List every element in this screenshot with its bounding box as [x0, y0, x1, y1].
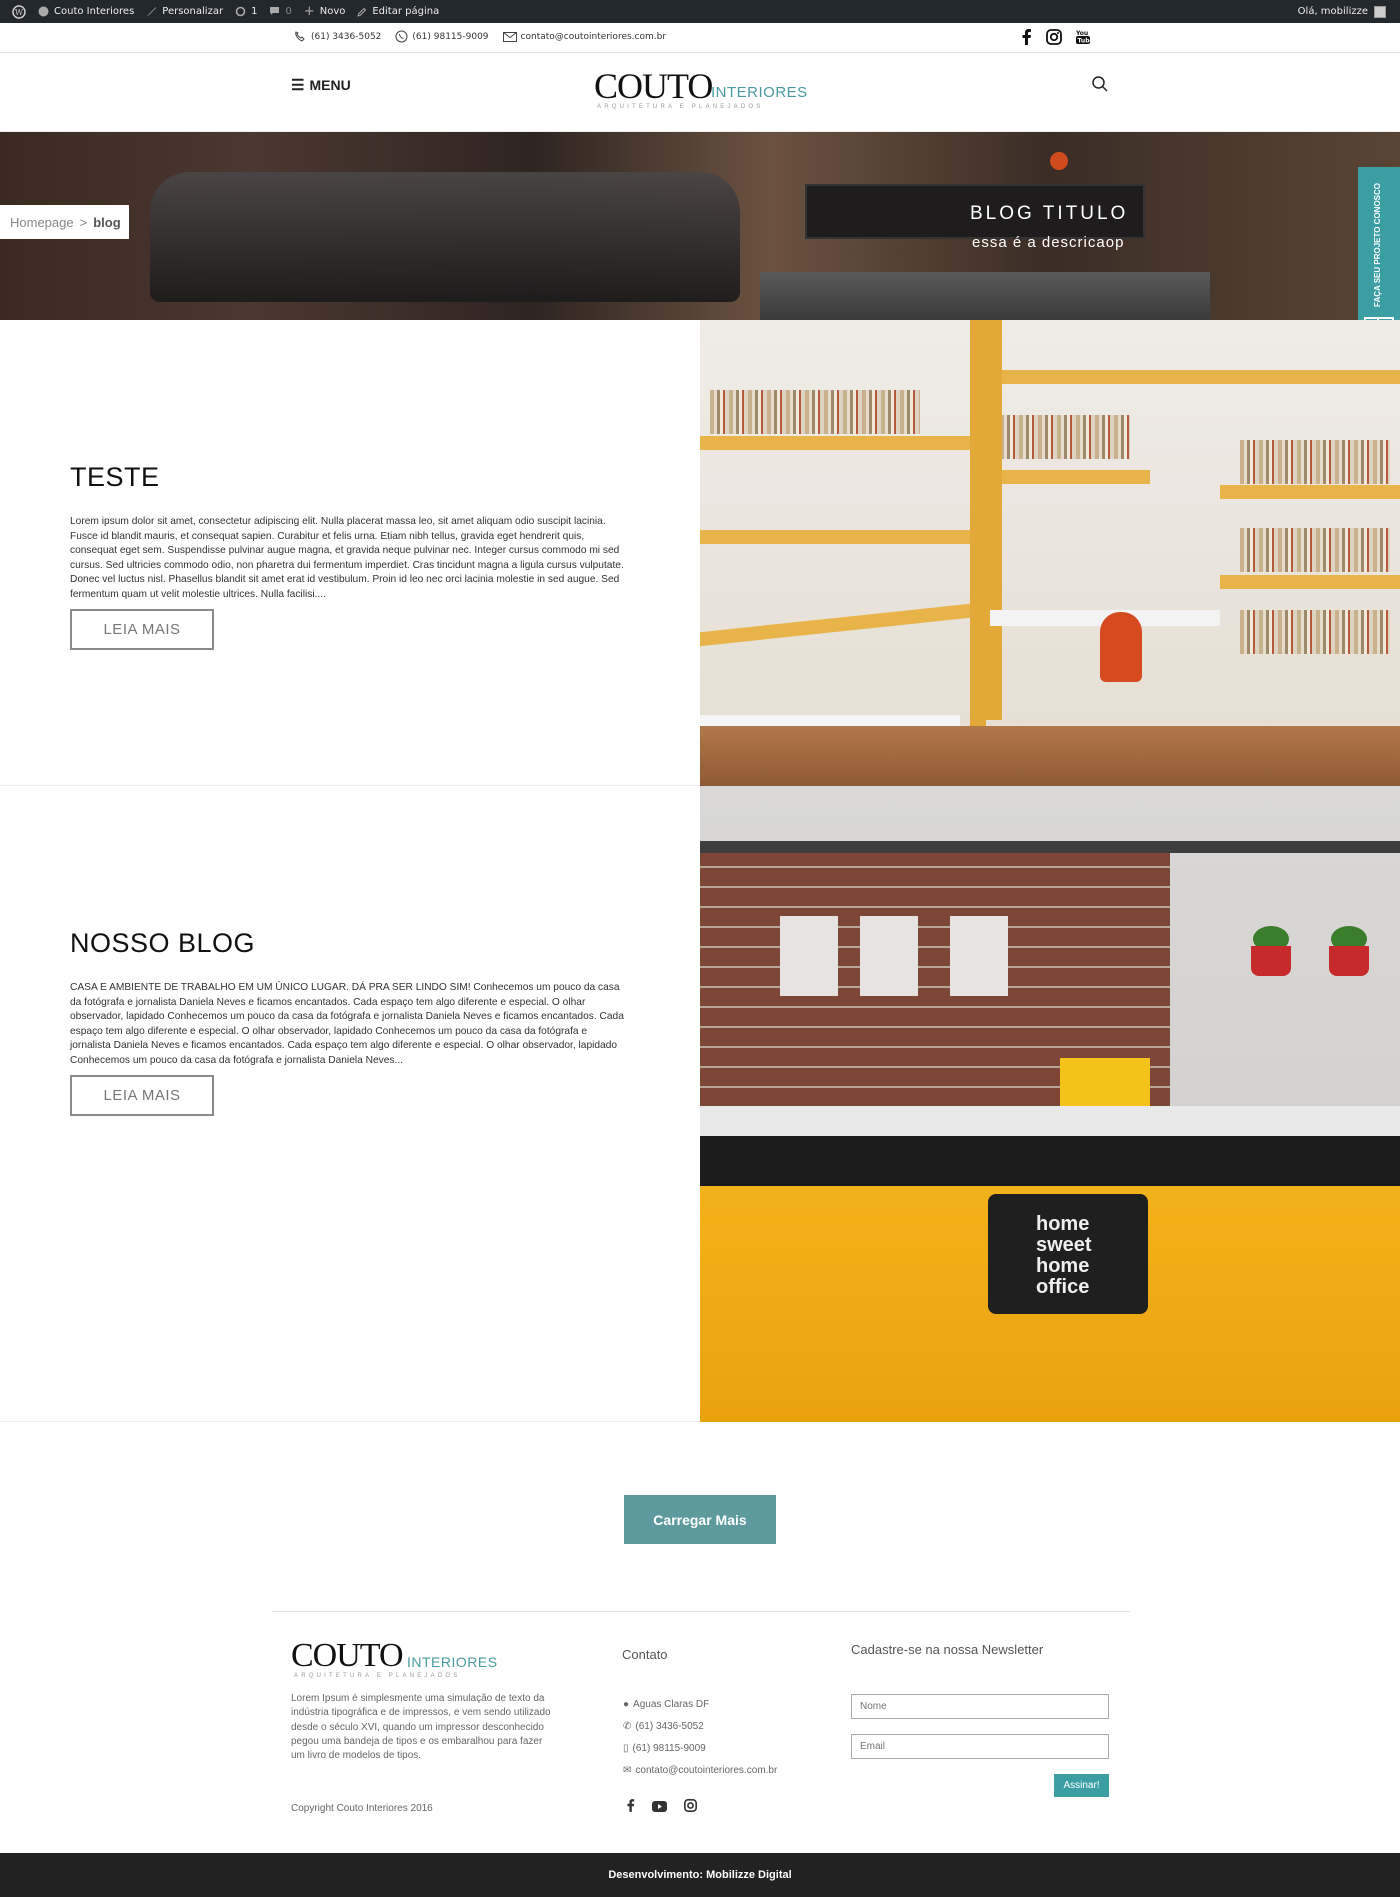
- page-title: BLOG TITULO: [970, 203, 1129, 224]
- footer-logo[interactable]: COUTO INTERIORES ARQUITETURA E PLANEJADO…: [291, 1639, 501, 1680]
- site-logo[interactable]: COUTO INTERIORES ARQUITETURA E PLANEJADO…: [594, 68, 807, 116]
- admin-updates-link[interactable]: 1: [235, 6, 257, 17]
- newsletter-email-input[interactable]: [851, 1734, 1109, 1759]
- instagram-icon[interactable]: [684, 1797, 697, 1816]
- copyright: Copyright Couto Interiores 2016: [291, 1803, 433, 1814]
- breadcrumb-home[interactable]: Homepage: [10, 215, 74, 230]
- blog-post: NOSSO BLOG CASA E AMBIENTE DE TRABALHO E…: [0, 786, 1400, 1422]
- load-more-button[interactable]: Carregar Mais: [624, 1495, 776, 1544]
- list-item: ● Aguas Claras DF: [623, 1698, 710, 1710]
- breadcrumb-separator: >: [79, 214, 88, 230]
- admin-edit-page-link[interactable]: Editar página: [357, 6, 439, 17]
- dashboard-icon: [38, 6, 49, 17]
- svg-text:W: W: [15, 8, 24, 17]
- wordpress-logo-icon[interactable]: W: [12, 4, 26, 19]
- post-title[interactable]: NOSSO BLOG: [70, 928, 630, 959]
- phone-contact[interactable]: (61) 3436-5052: [294, 31, 381, 42]
- admin-comments-link[interactable]: 0: [269, 6, 292, 17]
- newsletter-submit-button[interactable]: Assinar!: [1054, 1774, 1109, 1797]
- image-caption: home sweet home office: [1036, 1213, 1092, 1298]
- hamburger-icon: ☰: [291, 77, 305, 94]
- credits-bar: Desenvolvimento: Mobilizze Digital: [0, 1853, 1400, 1897]
- footer-contact-list: ● Aguas Claras DF ✆ (61) 3436-5052 ▯ (61) 9…: [623, 1693, 777, 1781]
- envelope-icon: [502, 31, 517, 42]
- instagram-icon[interactable]: [1046, 29, 1062, 49]
- list-item[interactable]: ✉ contato@coutointeriores.com.br: [623, 1759, 777, 1781]
- facebook-icon[interactable]: [1022, 29, 1032, 49]
- side-tab-label: FAÇA SEU PROJETO CONOSCO: [1373, 182, 1382, 308]
- search-icon[interactable]: [1091, 75, 1109, 97]
- post-image[interactable]: [700, 320, 1400, 786]
- newsletter-title: Cadastre-se na nossa Newsletter: [851, 1642, 1044, 1657]
- post-excerpt: CASA E AMBIENTE DE TRABALHO EM UM ÚNICO …: [70, 982, 624, 1066]
- plus-icon: +: [303, 3, 315, 19]
- list-item[interactable]: ▯ (61) 98115-9009: [623, 1737, 777, 1759]
- read-more-button[interactable]: LEIA MAIS: [70, 1074, 214, 1116]
- post-title[interactable]: TESTE: [70, 462, 630, 493]
- newsletter-name-input[interactable]: [851, 1694, 1109, 1719]
- facebook-icon[interactable]: [627, 1797, 635, 1816]
- whatsapp-icon: [395, 30, 408, 43]
- breadcrumb: Homepage > blog: [0, 205, 129, 239]
- mobile-icon: ▯: [623, 1742, 629, 1754]
- email-contact[interactable]: contato@coutointeriores.com.br: [502, 31, 666, 42]
- updates-icon: [235, 6, 246, 17]
- read-more-button[interactable]: LEIA MAIS: [70, 608, 214, 650]
- menu-button[interactable]: ☰ MENU: [291, 76, 351, 94]
- whatsapp-contact[interactable]: (61) 98115-9009: [395, 30, 489, 43]
- avatar: [1374, 5, 1386, 18]
- footer-about: Lorem Ipsum é simplesmente uma simulação…: [291, 1693, 551, 1762]
- hero-image: [150, 172, 740, 302]
- contact-bar: (61) 3436-5052 (61) 98115-9009 contato@c…: [0, 23, 1400, 53]
- post-excerpt: Lorem ipsum dolor sit amet, consectetur …: [70, 516, 624, 600]
- phone-icon: [295, 31, 305, 42]
- admin-site-link[interactable]: Couto Interiores: [38, 6, 134, 17]
- admin-customize-link[interactable]: Personalizar: [146, 6, 223, 17]
- envelope-icon: ✉: [623, 1764, 632, 1776]
- admin-bar: W Couto Interiores Personalizar 1 0 + No…: [0, 0, 1400, 23]
- svg-text:You: You: [1076, 30, 1088, 37]
- blog-post: TESTE Lorem ipsum dolor sit amet, consec…: [0, 320, 1400, 786]
- breadcrumb-current: blog: [93, 214, 121, 230]
- pencil-icon: [357, 7, 367, 17]
- hero-banner: [0, 132, 1400, 320]
- brush-icon: [147, 7, 157, 16]
- site-header: ☰ MENU COUTO INTERIORES ARQUITETURA E PL…: [0, 54, 1400, 132]
- phone-icon: ✆: [623, 1720, 632, 1732]
- admin-new-link[interactable]: + Novo: [303, 3, 346, 19]
- list-item[interactable]: ✆ (61) 3436-5052: [623, 1715, 777, 1737]
- svg-text:Tube: Tube: [1078, 38, 1091, 45]
- comment-icon: [270, 7, 280, 15]
- admin-account-link[interactable]: Olá, mobilizze: [1298, 0, 1386, 23]
- footer-contact-title: Contato: [622, 1647, 668, 1662]
- post-image[interactable]: home sweet home office: [700, 786, 1400, 1422]
- youtube-icon[interactable]: [652, 1797, 667, 1816]
- credits-text[interactable]: Desenvolvimento: Mobilizze Digital: [608, 1869, 791, 1881]
- map-pin-icon: ●: [623, 1698, 630, 1710]
- page-description: essa é a descricaop: [972, 234, 1125, 251]
- youtube-icon[interactable]: YouTube: [1075, 29, 1094, 49]
- footer-socials: [627, 1797, 697, 1816]
- footer-divider: [272, 1611, 1130, 1612]
